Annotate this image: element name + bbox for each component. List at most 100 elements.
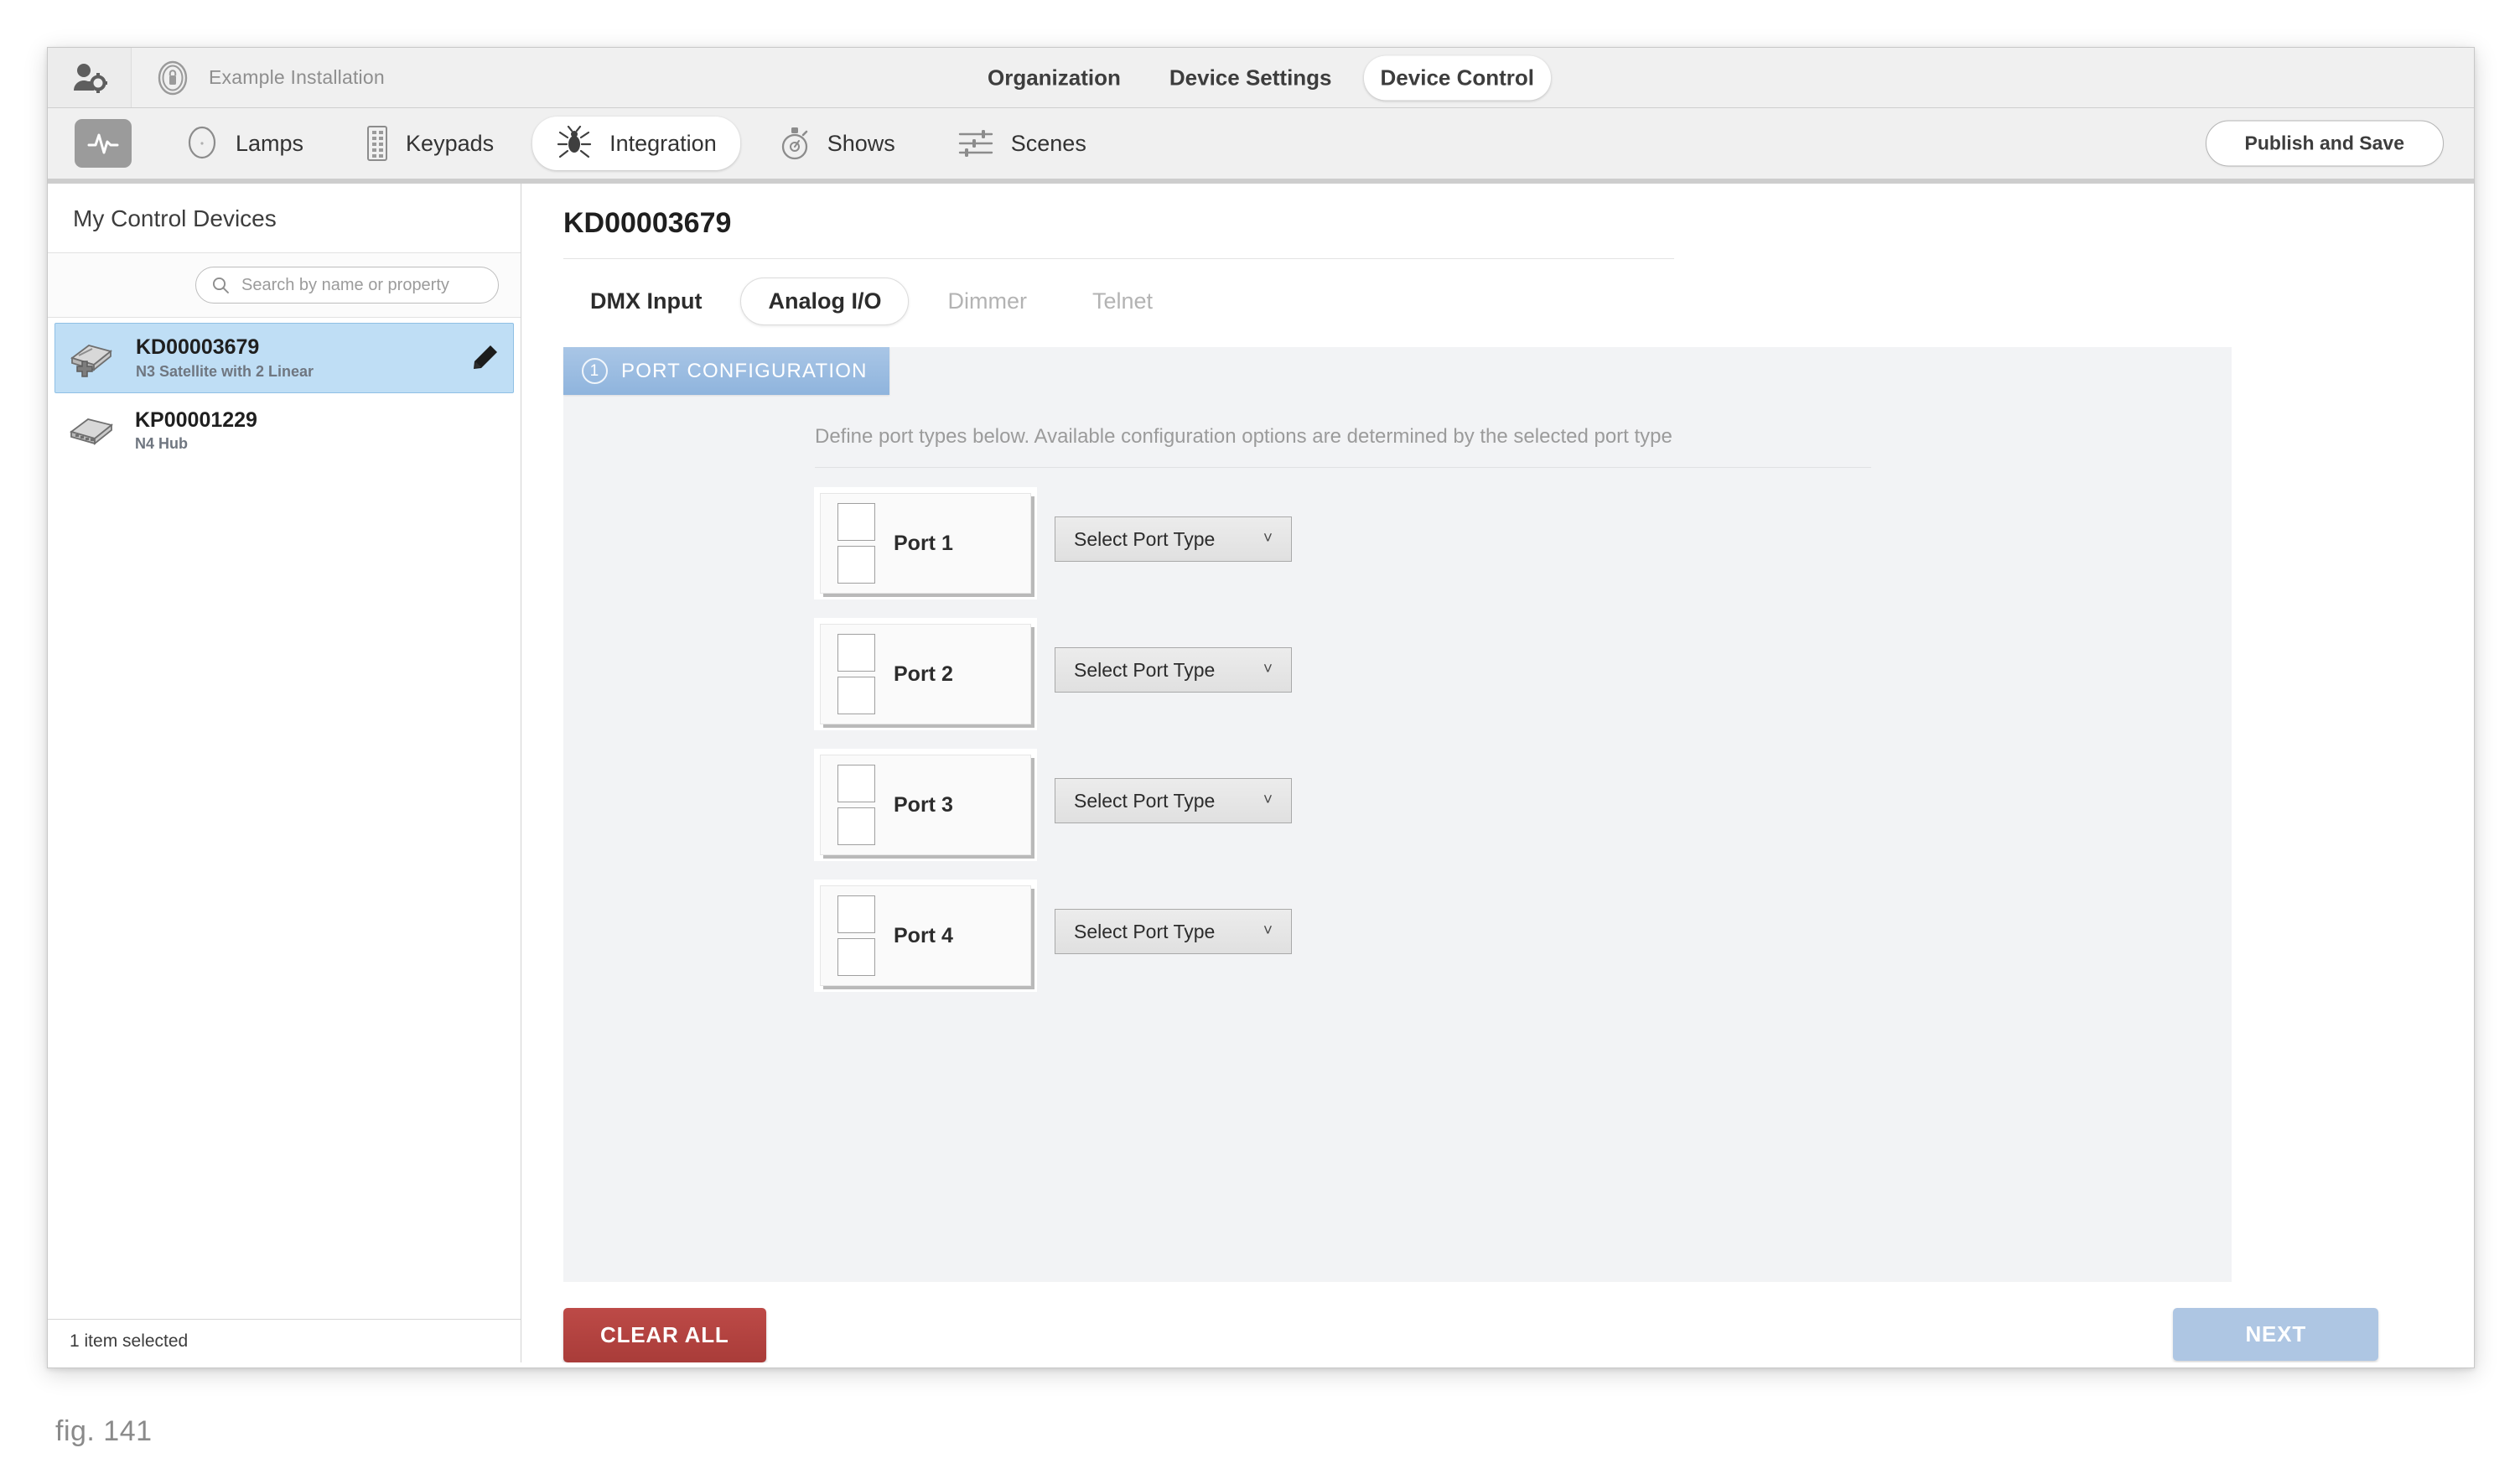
search-input[interactable] xyxy=(240,274,486,296)
wizard-description: Define port types below. Available confi… xyxy=(815,425,1871,468)
publish-and-save-button[interactable]: Publish and Save xyxy=(2205,120,2444,167)
port-type-value-3: Select Port Type xyxy=(1074,789,1216,812)
device-list-item-kd00003679[interactable]: KD00003679 N3 Satellite with 2 Linear xyxy=(54,323,514,393)
application-window: Example Installation Organization Device… xyxy=(47,47,2475,1368)
port-type-value-1: Select Port Type xyxy=(1074,527,1216,550)
pencil-icon[interactable] xyxy=(469,343,500,373)
selection-status-bar: 1 item selected xyxy=(48,1319,521,1362)
port-type-select-2[interactable]: Select Port Type ˅ xyxy=(1055,647,1292,693)
terminal-square xyxy=(837,503,875,541)
tool-label-integration: Integration xyxy=(609,130,717,156)
tool-item-scenes[interactable]: Scenes xyxy=(934,118,1110,169)
port-type-select-3[interactable]: Select Port Type ˅ xyxy=(1055,778,1292,823)
satellite-device-icon xyxy=(67,338,119,378)
terminal-square xyxy=(837,807,875,845)
integration-bug-icon xyxy=(556,126,593,161)
chevron-down-icon: ˅ xyxy=(1263,922,1273,940)
port-row: Port 2 Select Port Type ˅ xyxy=(820,624,2232,724)
tab-dmx-input[interactable]: DMX Input xyxy=(563,278,729,324)
port-terminals xyxy=(837,895,875,976)
wizard-step-number: 1 xyxy=(582,358,608,384)
port-terminals xyxy=(837,765,875,845)
tool-item-lamps[interactable]: Lamps xyxy=(162,116,327,171)
port-configuration-panel: 1 PORT CONFIGURATION Define port types b… xyxy=(563,347,2232,1282)
sub-tabs: DMX Input Analog I/O Dimmer Telnet xyxy=(563,259,2474,347)
wizard-step-header[interactable]: 1 PORT CONFIGURATION xyxy=(563,347,889,395)
port-type-select-4[interactable]: Select Port Type ˅ xyxy=(1055,909,1292,954)
chevron-down-icon: ˅ xyxy=(1263,530,1273,547)
port-type-select-1[interactable]: Select Port Type ˅ xyxy=(1055,516,1292,562)
sidebar-title: My Control Devices xyxy=(48,184,521,253)
tool-label-lamps: Lamps xyxy=(236,130,304,156)
search-box[interactable] xyxy=(195,267,499,304)
tool-item-integration[interactable]: Integration xyxy=(532,117,740,170)
wizard-step-title: PORT CONFIGURATION xyxy=(621,359,868,382)
figure-caption: fig. 141 xyxy=(55,1415,153,1447)
hub-device-icon xyxy=(66,410,118,450)
device-subtitle: N4 Hub xyxy=(135,435,188,452)
port-terminals xyxy=(837,503,875,584)
tool-label-shows: Shows xyxy=(827,130,895,156)
topnav-item-device-control[interactable]: Device Control xyxy=(1363,55,1552,100)
top-nav: Organization Device Settings Device Cont… xyxy=(971,55,1552,100)
tab-telnet: Telnet xyxy=(1091,288,1154,314)
terminal-square xyxy=(837,634,875,672)
terminal-square xyxy=(837,895,875,933)
tool-label-keypads: Keypads xyxy=(406,130,495,156)
terminal-square xyxy=(837,546,875,584)
terminal-square xyxy=(837,677,875,714)
tool-label-scenes: Scenes xyxy=(1010,130,1086,156)
port-label-4: Port 4 xyxy=(894,923,953,947)
port-card-3[interactable]: Port 3 xyxy=(820,755,1031,855)
body-split: My Control Devices Search by name or pro… xyxy=(48,184,2474,1362)
port-card-4[interactable]: Port 4 xyxy=(820,885,1031,986)
activity-pulse-icon xyxy=(86,129,120,158)
device-subtitle: N3 Satellite with 2 Linear xyxy=(136,362,314,380)
topnav-item-organization[interactable]: Organization xyxy=(971,55,1138,100)
module-toolbar: Lamps Keypads Integration Shows Scenes P… xyxy=(48,108,2474,184)
topnav-item-device-settings[interactable]: Device Settings xyxy=(1153,55,1349,100)
clear-all-button[interactable]: CLEAR ALL xyxy=(563,1308,766,1362)
user-settings-icon xyxy=(72,62,107,94)
port-row: Port 1 Select Port Type ˅ xyxy=(820,493,2232,594)
tab-analog-io[interactable]: Analog I/O xyxy=(740,278,910,325)
device-name: KP00001229 xyxy=(135,407,257,432)
port-list: Port 1 Select Port Type ˅ Port 2 Select … xyxy=(820,493,2232,986)
port-card-2[interactable]: Port 2 xyxy=(820,624,1031,724)
port-label-3: Port 3 xyxy=(894,792,953,817)
port-label-1: Port 1 xyxy=(894,531,953,555)
port-label-2: Port 2 xyxy=(894,662,953,686)
tool-item-shows[interactable]: Shows xyxy=(755,116,919,171)
installation-name: Example Installation xyxy=(209,66,385,88)
installation-chip[interactable]: Example Installation xyxy=(132,48,407,107)
lamp-circle-icon xyxy=(185,125,219,162)
device-list: KD00003679 N3 Satellite with 2 Linear KP… xyxy=(48,318,521,1319)
next-button[interactable]: NEXT xyxy=(2173,1308,2378,1361)
chevron-down-icon: ˅ xyxy=(1263,791,1273,809)
tab-dimmer: Dimmer xyxy=(947,288,1027,314)
device-name: KD00003679 xyxy=(136,335,260,359)
sidebar-search-row xyxy=(48,253,521,318)
port-card-1[interactable]: Port 1 xyxy=(820,493,1031,594)
chevron-down-icon: ˅ xyxy=(1263,661,1273,678)
terminal-square xyxy=(837,765,875,802)
sliders-icon xyxy=(957,127,994,159)
keypad-icon xyxy=(366,125,389,162)
port-type-value-2: Select Port Type xyxy=(1074,658,1216,681)
main-content: KD00003679 DMX Input Analog I/O Dimmer T… xyxy=(521,184,2474,1362)
terminal-square xyxy=(837,938,875,976)
tool-item-keypads[interactable]: Keypads xyxy=(342,116,517,171)
activity-pulse-button[interactable] xyxy=(75,119,132,168)
building-lock-icon xyxy=(155,60,190,96)
wizard-footer: CLEAR ALL NEXT xyxy=(563,1262,2474,1362)
port-terminals xyxy=(837,634,875,714)
top-bar: Example Installation Organization Device… xyxy=(48,48,2474,108)
device-list-item-kp00001229[interactable]: KP00001229 N4 Hub xyxy=(54,397,514,465)
port-row: Port 3 Select Port Type ˅ xyxy=(820,755,2232,855)
page-title: KD00003679 xyxy=(563,207,1674,259)
device-text: KP00001229 N4 Hub xyxy=(135,408,500,454)
device-text: KD00003679 N3 Satellite with 2 Linear xyxy=(136,335,453,381)
port-type-value-4: Select Port Type xyxy=(1074,920,1216,942)
user-settings-button[interactable] xyxy=(48,48,132,107)
search-icon xyxy=(211,276,230,294)
